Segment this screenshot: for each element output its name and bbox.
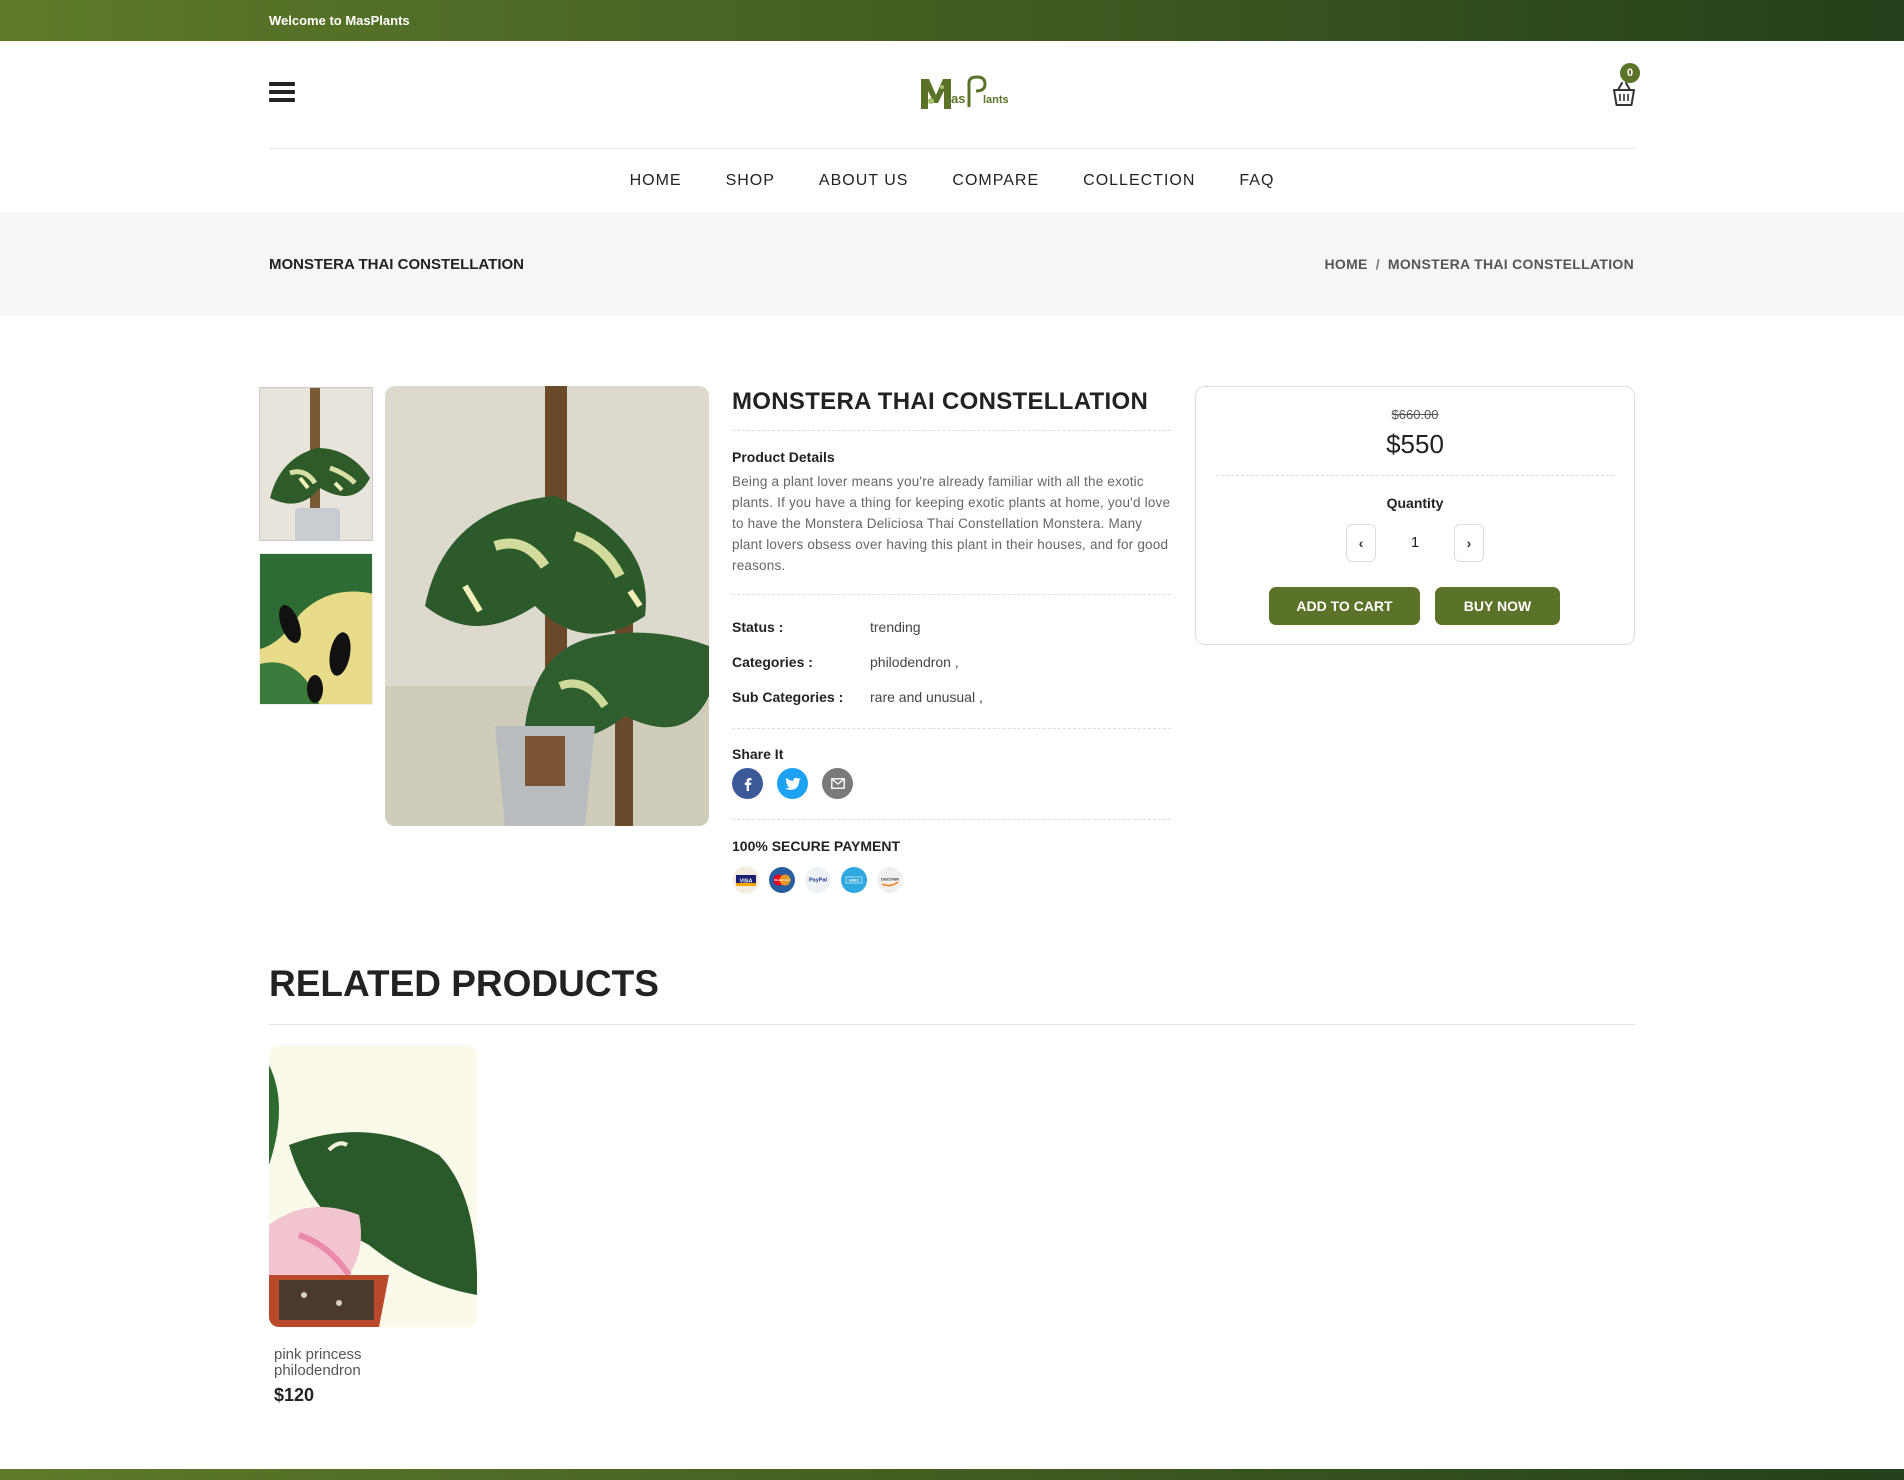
svg-text:PayPal: PayPal	[809, 878, 828, 884]
meta-key: Status :	[732, 618, 784, 635]
paypal-icon: PayPal	[804, 866, 832, 894]
discover-icon: DISCOVER	[876, 866, 904, 894]
cart-basket-icon[interactable]	[1609, 79, 1639, 109]
quantity-decrease-button[interactable]: ‹	[1346, 524, 1376, 562]
share-label: Share It	[732, 746, 784, 762]
quantity-label: Quantity	[1386, 495, 1444, 511]
svg-text:VISA: VISA	[740, 879, 753, 885]
breadcrumb-current: MONSTERA THAI CONSTELLATION	[1387, 256, 1634, 272]
current-price: $550	[1386, 429, 1444, 459]
related-products-heading: RELATED PRODUCTS	[269, 963, 659, 1004]
svg-text:DISCOVER: DISCOVER	[881, 878, 899, 882]
facebook-icon[interactable]	[732, 768, 763, 799]
top-bar: Welcome to MasPlants	[0, 0, 1904, 41]
product-thumbnail-1[interactable]	[259, 387, 373, 541]
breadcrumb-separator: /	[1375, 256, 1380, 272]
meta-value[interactable]: rare and unusual ,	[870, 689, 983, 705]
secure-payment-label: 100% SECURE PAYMENT	[732, 838, 901, 854]
meta-row-sub-categories: Sub Categories : rare and unusual ,	[732, 679, 1171, 714]
site-logo[interactable]: as lants	[917, 73, 1017, 113]
footer-bar	[0, 1469, 1904, 1480]
nav-about-us[interactable]: ABOUT US	[819, 172, 909, 190]
product-thumbnail-2[interactable]	[259, 553, 373, 705]
welcome-text: Welcome to MasPlants	[269, 13, 410, 28]
page-title-bar: MONSTERA THAI CONSTELLATION HOME / MONSTER…	[0, 212, 1904, 316]
nav-shop[interactable]: SHOP	[726, 172, 775, 190]
related-product-name[interactable]: pink princess philodendron	[274, 1347, 424, 1379]
visa-icon: VISA	[732, 866, 760, 894]
product-title: MONSTERA THAI CONSTELLATION	[732, 386, 1171, 431]
main-navigation: HOME SHOP ABOUT US COMPARE COLLECTION FA…	[0, 149, 1904, 212]
related-product-price: $120	[274, 1385, 315, 1405]
mastercard-icon: MasterCard	[768, 866, 796, 894]
meta-row-categories: Categories : philodendron ,	[732, 644, 1171, 679]
amex-icon: AMEX	[840, 866, 868, 894]
meta-key: Categories :	[732, 653, 813, 670]
quantity-increase-button[interactable]: ›	[1454, 524, 1484, 562]
site-header: as lants 0	[269, 41, 1640, 149]
buy-now-button[interactable]: BUY NOW	[1435, 587, 1560, 625]
original-price: $660.00	[1391, 407, 1439, 422]
svg-text:as: as	[951, 91, 965, 106]
svg-text:lants: lants	[983, 94, 1009, 106]
product-info: MONSTERA THAI CONSTELLATION Product Deta…	[732, 386, 1171, 894]
price-divider	[1216, 475, 1614, 476]
email-icon[interactable]	[822, 768, 853, 799]
related-divider	[269, 1024, 1635, 1025]
meta-value[interactable]: philodendron ,	[870, 654, 959, 670]
add-to-cart-button[interactable]: ADD TO CART	[1269, 587, 1420, 625]
breadcrumb-home-link[interactable]: HOME	[1325, 256, 1368, 272]
meta-value: trending	[870, 618, 921, 635]
menu-icon[interactable]	[269, 82, 295, 104]
nav-compare[interactable]: COMPARE	[952, 172, 1039, 190]
product-meta: Status : trending Categories : philodend…	[732, 595, 1171, 729]
purchase-box: $660.00 $550 Quantity ‹ › ADD TO CART BU…	[1195, 386, 1635, 645]
svg-text:AMEX: AMEX	[849, 879, 860, 883]
payment-cards: VISA MasterCard PayPal AMEX DISCOVER	[732, 866, 1171, 894]
meta-row-status: Status : trending	[732, 609, 1171, 644]
related-product-image[interactable]	[269, 1045, 477, 1327]
share-icons	[732, 768, 1171, 820]
breadcrumb: HOME / MONSTERA THAI CONSTELLATION	[1325, 256, 1635, 272]
twitter-icon[interactable]	[777, 768, 808, 799]
page-title: MONSTERA THAI CONSTELLATION	[269, 256, 524, 273]
meta-key: Sub Categories :	[732, 688, 844, 705]
quantity-input[interactable]	[1376, 524, 1454, 562]
related-product-card[interactable]: pink princess philodendron $120	[269, 1045, 477, 1406]
nav-faq[interactable]: FAQ	[1239, 172, 1274, 190]
product-details-label: Product Details	[732, 449, 835, 465]
nav-home[interactable]: HOME	[630, 172, 682, 190]
product-description: Being a plant lover means you're already…	[732, 471, 1171, 595]
nav-collection[interactable]: COLLECTION	[1083, 172, 1195, 190]
svg-text:MasterCard: MasterCard	[774, 878, 790, 882]
product-main-image[interactable]	[385, 386, 709, 826]
